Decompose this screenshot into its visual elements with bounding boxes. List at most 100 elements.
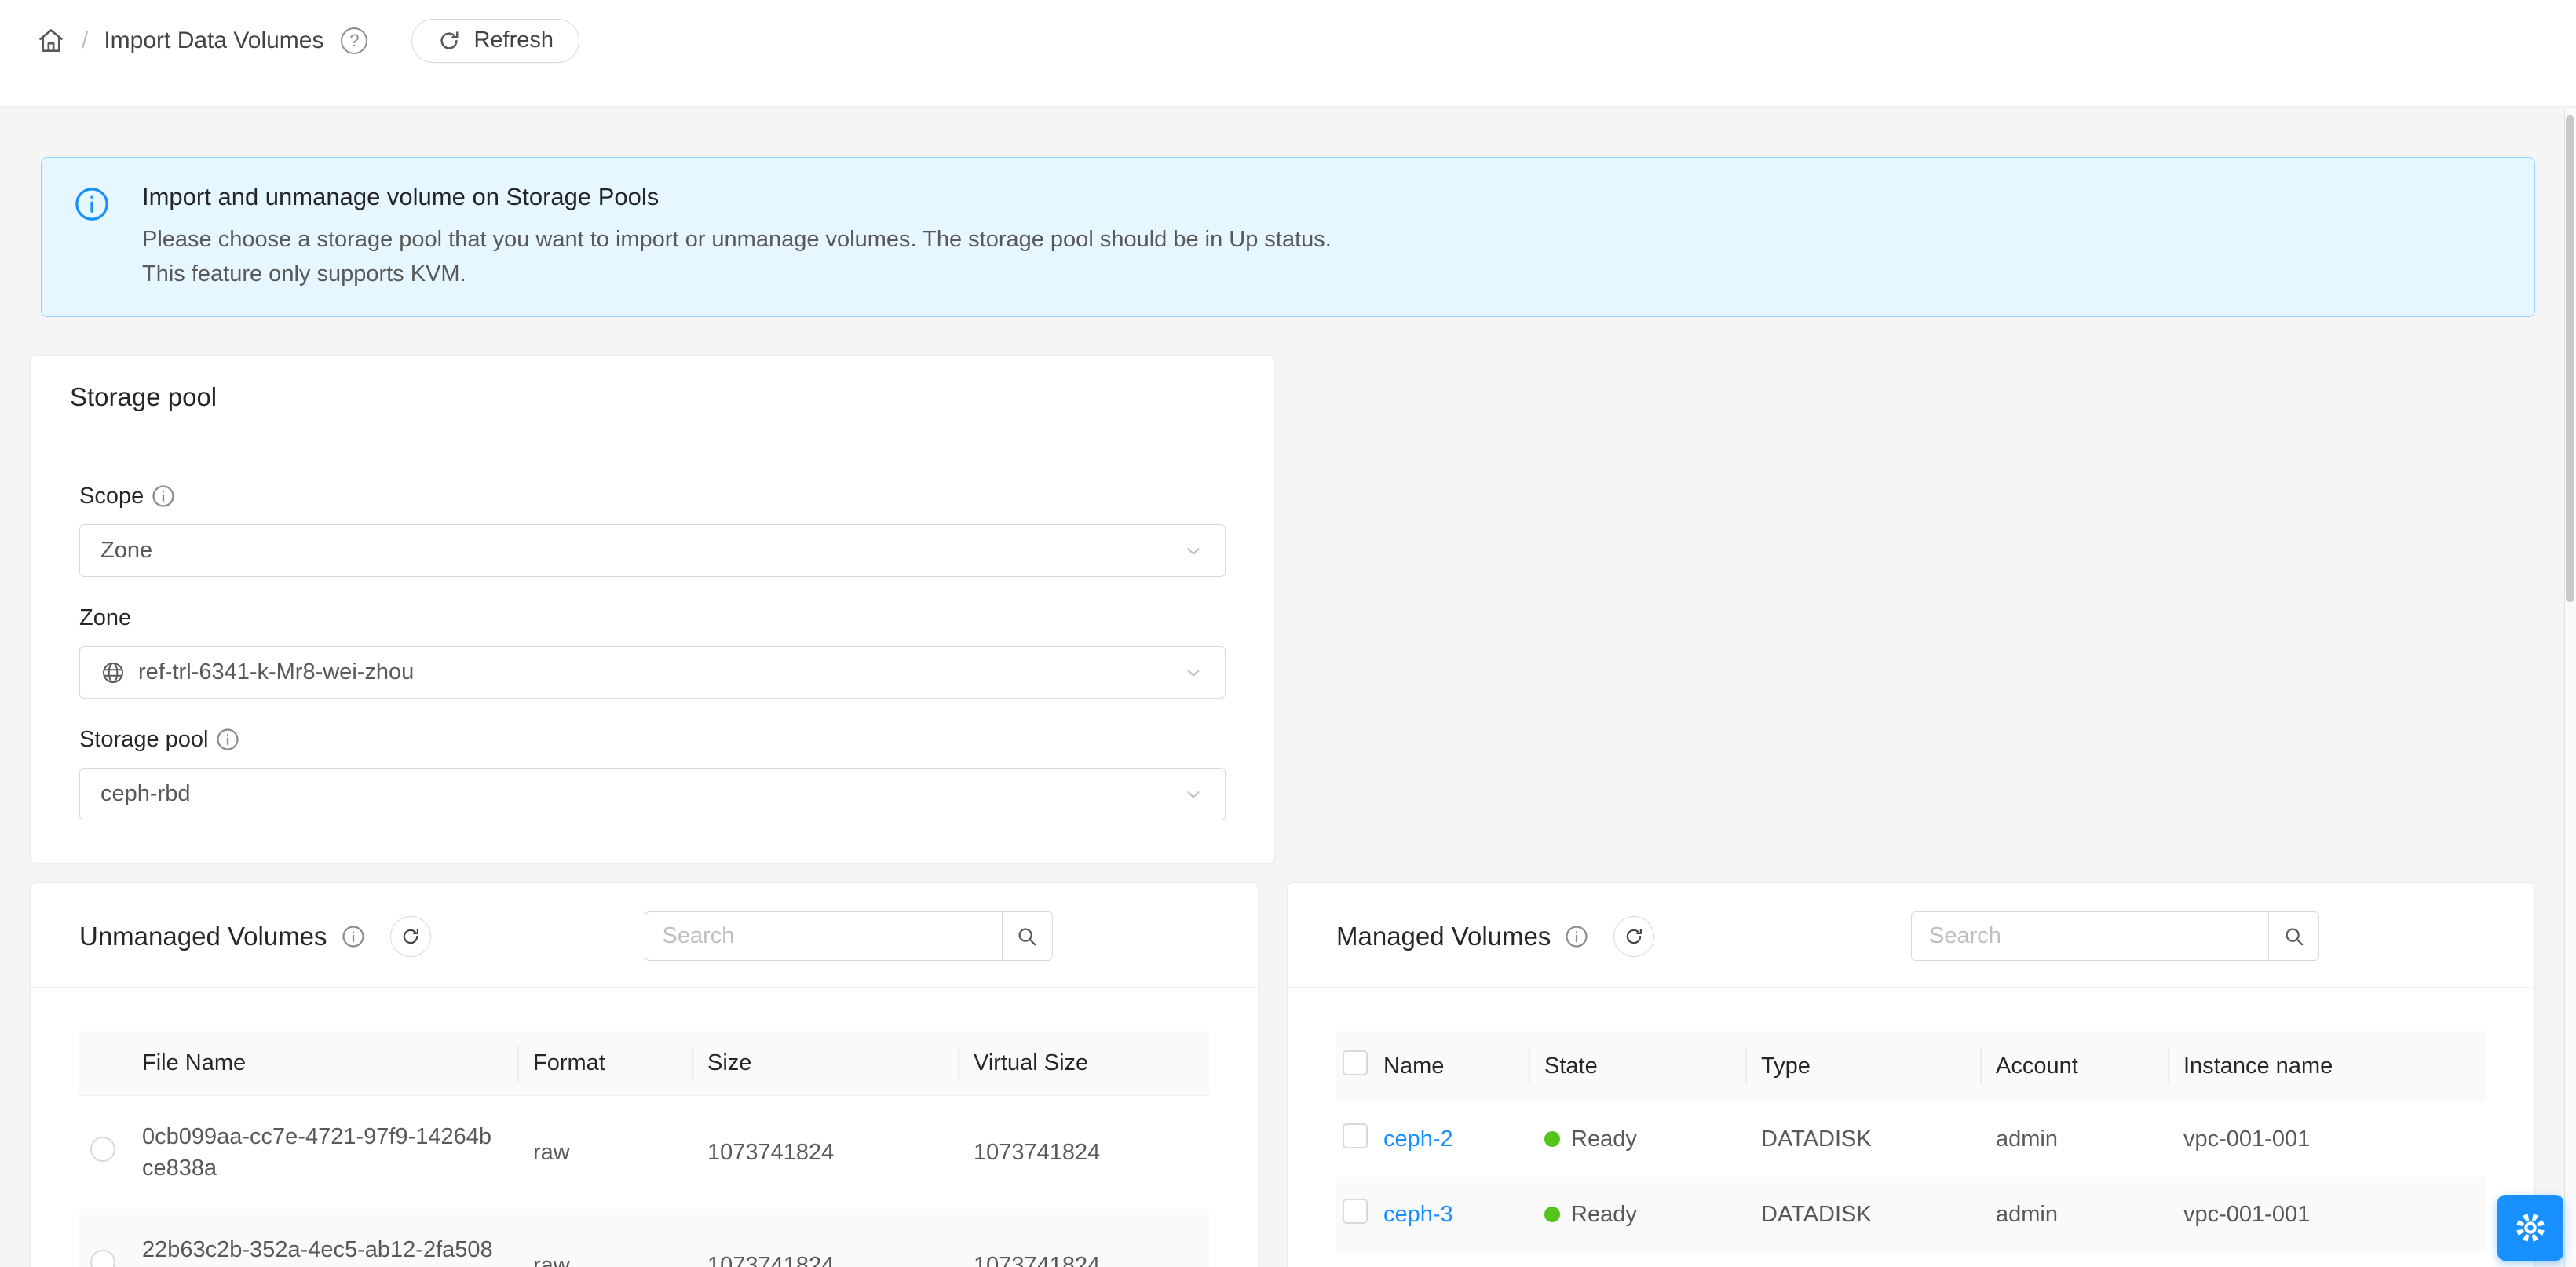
- col-header-virtual-size: Virtual Size: [958, 1031, 1209, 1096]
- managed-info-icon[interactable]: [1565, 925, 1588, 948]
- scrollbar-thumb[interactable]: [2566, 115, 2574, 602]
- managed-volumes-table: Name State Type Account Instance name ce…: [1336, 1031, 2486, 1267]
- zone-select-value: ref-trl-6341-k-Mr8-wei-zhou: [138, 659, 414, 685]
- file-name-cell: 22b63c2b-352a-4ec5-ab12-2fa508d4baf9: [126, 1209, 517, 1267]
- alert-title: Import and unmanage volume on Storage Po…: [142, 183, 1332, 211]
- zone-label: Zone: [79, 602, 131, 634]
- col-header-name: Name: [1368, 1031, 1529, 1101]
- unmanaged-volumes-table: File Name Format Size Virtual Size 0cb09…: [79, 1031, 1209, 1267]
- table-row: 22b63c2b-352a-4ec5-ab12-2fa508d4baf9 raw…: [79, 1209, 1209, 1267]
- unmanaged-search-button[interactable]: [1002, 911, 1053, 961]
- volume-name-link[interactable]: ceph-3: [1383, 1202, 1453, 1227]
- search-icon: [1015, 925, 1039, 948]
- col-header-account: Account: [1980, 1031, 2168, 1101]
- virtual-size-cell: 1073741824: [958, 1096, 1209, 1210]
- row-radio[interactable]: [90, 1137, 115, 1162]
- account-cell: admin: [1980, 1252, 2168, 1267]
- unmanaged-reload-button[interactable]: [390, 916, 431, 957]
- table-row: ceph-2 Ready DATADISK admin vpc-001-001: [1336, 1101, 2486, 1178]
- breadcrumb-separator: /: [82, 27, 88, 54]
- scope-label: Scope: [79, 480, 144, 512]
- instance-name-cell: vpc-001-001: [2168, 1101, 2486, 1178]
- storage-pool-card: Storage pool Scope Zone Zone: [30, 355, 1275, 864]
- unmanaged-volumes-title: Unmanaged Volumes: [79, 922, 327, 951]
- home-icon[interactable]: [36, 26, 66, 56]
- type-cell: DATADISK: [1745, 1101, 1980, 1178]
- state-label: Ready: [1571, 1202, 1637, 1228]
- size-cell: 1073741824: [692, 1209, 958, 1267]
- format-cell: raw: [517, 1209, 692, 1267]
- storage-pool-field: Storage pool ceph-rbd: [79, 724, 1226, 820]
- managed-volumes-card: Managed Volumes: [1287, 882, 2535, 1267]
- state-label: Ready: [1571, 1126, 1637, 1152]
- scope-field: Scope Zone: [79, 480, 1226, 577]
- topbar: / Import Data Volumes ? Refresh: [0, 0, 2576, 107]
- search-icon: [2282, 925, 2306, 948]
- col-header-format: Format: [517, 1031, 692, 1096]
- zone-select[interactable]: ref-trl-6341-k-Mr8-wei-zhou: [79, 646, 1226, 699]
- scope-select-value: Zone: [100, 538, 152, 564]
- status-dot: [1544, 1207, 1560, 1222]
- help-icon[interactable]: ?: [341, 27, 367, 54]
- info-circle-icon: [74, 186, 110, 222]
- row-radio[interactable]: [90, 1250, 115, 1267]
- storage-pool-label: Storage pool: [79, 724, 208, 755]
- managed-volumes-title: Managed Volumes: [1336, 922, 1551, 951]
- managed-search-button[interactable]: [2268, 911, 2319, 961]
- type-cell: DATADISK: [1745, 1252, 1980, 1267]
- col-header-state: State: [1529, 1031, 1745, 1101]
- reload-icon: [400, 926, 421, 947]
- row-checkbox[interactable]: [1343, 1199, 1368, 1224]
- file-name-cell: 0cb099aa-cc7e-4721-97f9-14264bce838a: [126, 1096, 517, 1210]
- col-header-size: Size: [692, 1031, 958, 1096]
- row-checkbox[interactable]: [1343, 1123, 1368, 1148]
- status-dot: [1544, 1131, 1560, 1147]
- storage-pool-info-icon[interactable]: [216, 728, 239, 751]
- storage-pool-select-value: ceph-rbd: [100, 781, 190, 807]
- type-cell: DATADISK: [1745, 1177, 1980, 1252]
- table-row: image2 Ready DATADISK admin: [1336, 1252, 2486, 1267]
- col-header-type: Type: [1745, 1031, 1980, 1101]
- scrollbar-track: [2564, 108, 2576, 1267]
- col-header-file-name: File Name: [126, 1031, 517, 1096]
- info-alert: Import and unmanage volume on Storage Po…: [41, 157, 2535, 317]
- table-row: ceph-3 Ready DATADISK admin vpc-001-001: [1336, 1177, 2486, 1252]
- table-row: 0cb099aa-cc7e-4721-97f9-14264bce838a raw…: [79, 1096, 1209, 1210]
- select-all-checkbox[interactable]: [1343, 1050, 1368, 1075]
- format-cell: raw: [517, 1096, 692, 1210]
- scope-select[interactable]: Zone: [79, 524, 1226, 577]
- refresh-button[interactable]: Refresh: [411, 19, 579, 63]
- managed-search: [1911, 911, 2319, 961]
- managed-reload-button[interactable]: [1613, 916, 1654, 957]
- storage-pool-select[interactable]: ceph-rbd: [79, 768, 1226, 820]
- chevron-down-icon: [1182, 783, 1204, 805]
- reload-icon: [1624, 926, 1644, 947]
- storage-pool-card-title: Storage pool: [70, 382, 1235, 412]
- managed-search-input[interactable]: [1911, 911, 2268, 961]
- settings-fab-button[interactable]: [2497, 1195, 2563, 1261]
- page-content: Import and unmanage volume on Storage Po…: [0, 157, 2576, 1267]
- unmanaged-search-input[interactable]: [645, 911, 1002, 961]
- gear-icon: [2513, 1210, 2548, 1245]
- account-cell: admin: [1980, 1177, 2168, 1252]
- size-cell: 1073741824: [692, 1096, 958, 1210]
- col-header-instance-name: Instance name: [2168, 1031, 2486, 1101]
- alert-description-line2: This feature only supports KVM.: [142, 257, 1332, 291]
- refresh-button-label: Refresh: [473, 27, 554, 53]
- unmanaged-info-icon[interactable]: [342, 925, 365, 948]
- chevron-down-icon: [1182, 540, 1204, 562]
- instance-name-cell: vpc-001-001: [2168, 1177, 2486, 1252]
- breadcrumb: Import Data Volumes: [104, 27, 323, 54]
- globe-icon: [100, 660, 126, 685]
- volume-name-link[interactable]: ceph-2: [1383, 1126, 1453, 1152]
- zone-field: Zone ref-trl-6341-k-Mr8-wei-zhou: [79, 602, 1226, 699]
- alert-description-line1: Please choose a storage pool that you wa…: [142, 222, 1332, 257]
- instance-name-cell: [2168, 1252, 2486, 1267]
- unmanaged-search: [645, 911, 1053, 961]
- scope-info-icon[interactable]: [152, 484, 175, 508]
- account-cell: admin: [1980, 1101, 2168, 1178]
- unmanaged-volumes-card: Unmanaged Volumes: [30, 882, 1259, 1267]
- reload-icon: [437, 29, 461, 53]
- chevron-down-icon: [1182, 662, 1204, 684]
- virtual-size-cell: 1073741824: [958, 1209, 1209, 1267]
